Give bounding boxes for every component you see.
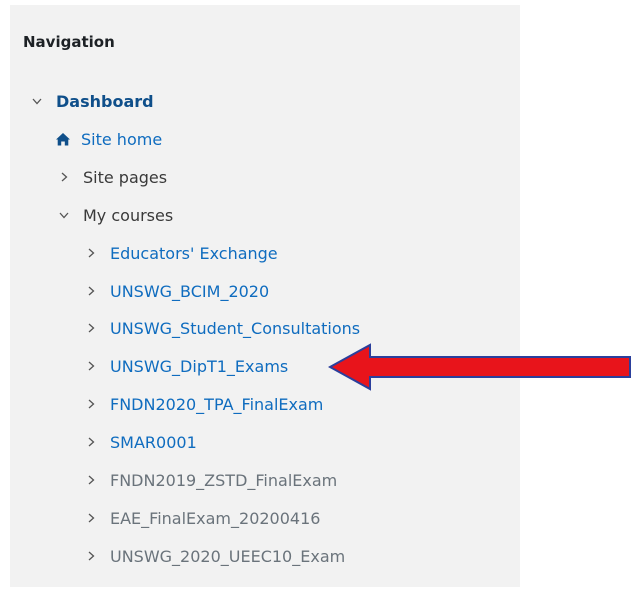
- chevron-right-icon[interactable]: [84, 392, 98, 416]
- chevron-right-icon[interactable]: [57, 165, 71, 189]
- course-item[interactable]: SMAR0001: [84, 430, 197, 454]
- course-link[interactable]: FNDN2020_TPA_FinalExam: [110, 395, 323, 414]
- chevron-right-icon[interactable]: [84, 279, 98, 303]
- chevron-right-icon[interactable]: [84, 241, 98, 265]
- annotation-arrow: [327, 343, 633, 395]
- my-courses-label[interactable]: My courses: [83, 206, 173, 225]
- course-item[interactable]: UNSWG_DipT1_Exams: [84, 354, 288, 378]
- course-link[interactable]: UNSWG_Student_Consultations: [110, 319, 360, 338]
- nav-item-site-home[interactable]: Site home: [55, 127, 162, 151]
- course-link[interactable]: EAE_FinalExam_20200416: [110, 509, 320, 528]
- chevron-right-icon[interactable]: [84, 316, 98, 340]
- chevron-right-icon[interactable]: [84, 506, 98, 530]
- course-item[interactable]: UNSWG_BCIM_2020: [84, 279, 269, 303]
- course-link[interactable]: UNSWG_2020_UEEC10_Exam: [110, 547, 345, 566]
- course-item[interactable]: FNDN2019_ZSTD_FinalExam: [84, 468, 337, 492]
- nav-item-my-courses[interactable]: My courses: [57, 203, 173, 227]
- chevron-right-icon[interactable]: [84, 354, 98, 378]
- nav-item-site-pages[interactable]: Site pages: [57, 165, 167, 189]
- nav-item-dashboard[interactable]: Dashboard: [30, 89, 154, 113]
- course-link[interactable]: UNSWG_DipT1_Exams: [110, 357, 288, 376]
- dashboard-link[interactable]: Dashboard: [56, 92, 154, 111]
- course-link[interactable]: FNDN2019_ZSTD_FinalExam: [110, 471, 337, 490]
- course-item[interactable]: FNDN2020_TPA_FinalExam: [84, 392, 323, 416]
- course-link[interactable]: UNSWG_BCIM_2020: [110, 282, 269, 301]
- chevron-right-icon[interactable]: [84, 544, 98, 568]
- course-link[interactable]: SMAR0001: [110, 433, 197, 452]
- chevron-right-icon[interactable]: [84, 430, 98, 454]
- course-item[interactable]: UNSWG_2020_UEEC10_Exam: [84, 544, 345, 568]
- chevron-down-icon[interactable]: [30, 89, 44, 113]
- course-item[interactable]: EAE_FinalExam_20200416: [84, 506, 320, 530]
- course-item[interactable]: UNSWG_Student_Consultations: [84, 316, 360, 340]
- home-icon: [55, 127, 71, 151]
- course-item[interactable]: Educators' Exchange: [84, 241, 278, 265]
- chevron-down-icon[interactable]: [57, 203, 71, 227]
- site-home-link[interactable]: Site home: [81, 130, 162, 149]
- chevron-right-icon[interactable]: [84, 468, 98, 492]
- course-link[interactable]: Educators' Exchange: [110, 244, 278, 263]
- block-title: Navigation: [23, 33, 115, 51]
- site-pages-label[interactable]: Site pages: [83, 168, 167, 187]
